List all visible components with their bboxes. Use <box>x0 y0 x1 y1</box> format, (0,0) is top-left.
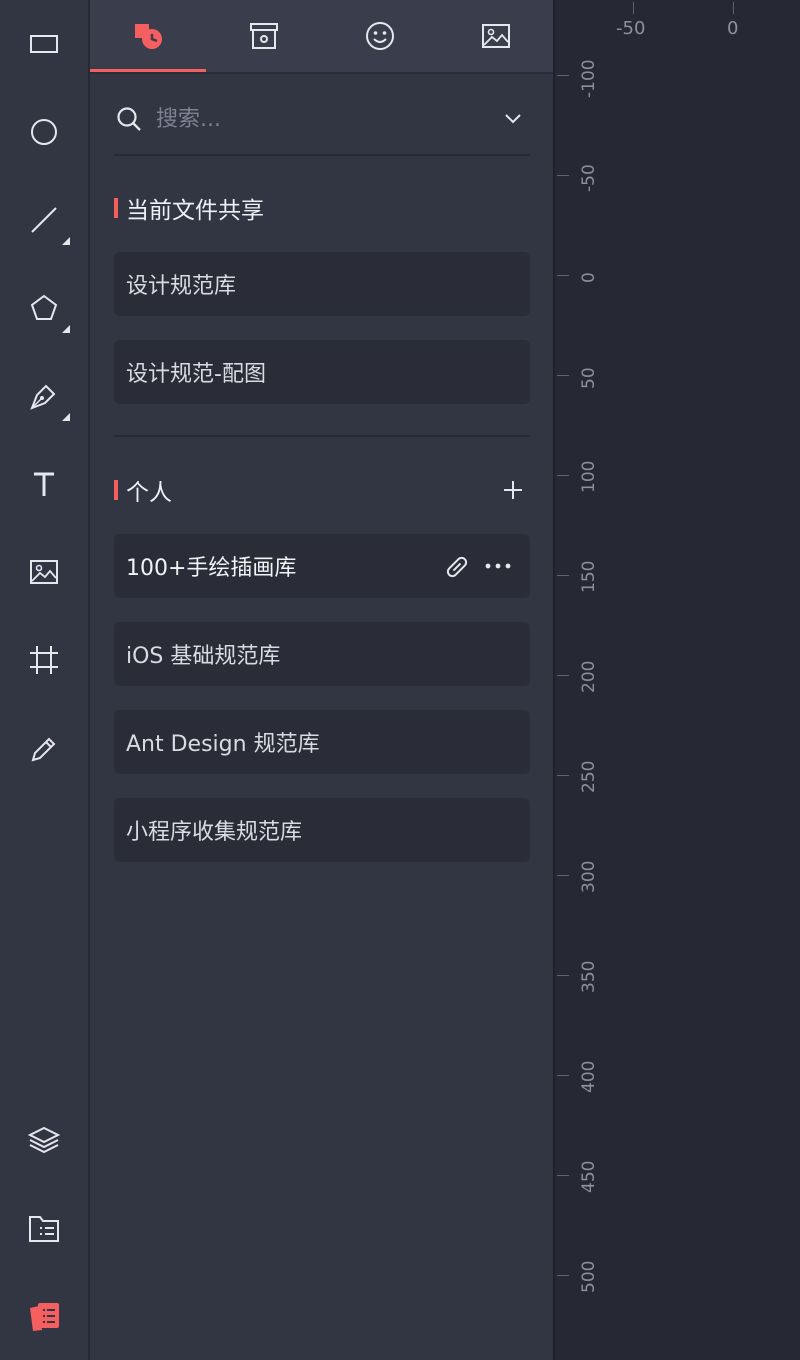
library-item[interactable]: 设计规范-配图 <box>114 340 530 404</box>
archive-icon <box>250 23 278 49</box>
ruler-label: 50 <box>579 367 599 389</box>
ruler-label: -50 <box>579 164 599 192</box>
ruler-tick <box>633 2 634 14</box>
artboard-tool-button[interactable] <box>0 616 88 704</box>
emoji-icon <box>366 22 394 50</box>
ellipse-tool-button[interactable] <box>0 88 88 176</box>
shared-section-header: 当前文件共享 <box>114 188 530 228</box>
tab-archive[interactable] <box>206 0 322 72</box>
section-accent-bar <box>114 480 118 500</box>
pencil-tool-button[interactable] <box>0 704 88 792</box>
active-tab-indicator <box>90 69 206 72</box>
chevron-down-icon[interactable] <box>504 112 522 126</box>
tool-sidebar <box>0 0 90 1360</box>
tab-components[interactable] <box>90 0 206 72</box>
library-item[interactable]: 小程序收集规范库 <box>114 798 530 862</box>
ruler-label: -50 <box>616 18 646 39</box>
ruler-label: 300 <box>579 860 599 893</box>
ruler-label: 500 <box>579 1260 599 1293</box>
line-icon <box>31 207 57 233</box>
ellipse-icon <box>31 119 57 145</box>
search-icon <box>117 107 141 131</box>
section-accent-bar <box>114 198 118 218</box>
add-icon[interactable] <box>502 479 524 501</box>
pen-tool-button[interactable] <box>0 352 88 440</box>
layers-icon <box>28 1126 60 1154</box>
ruler-label: 0 <box>579 272 599 283</box>
ruler-label: 350 <box>579 960 599 993</box>
image-icon <box>482 24 510 48</box>
rectangle-icon <box>30 35 58 53</box>
component-library-icon <box>30 1303 59 1331</box>
library-item-label: 小程序收集规范库 <box>126 820 303 845</box>
ruler-tick <box>557 1075 569 1076</box>
image-tool-button[interactable] <box>0 528 88 616</box>
ruler-tick <box>557 475 569 476</box>
submenu-corner-icon <box>62 325 70 333</box>
library-item[interactable]: Ant Design 规范库 <box>114 710 530 774</box>
ruler-tick <box>557 975 569 976</box>
pen-icon <box>30 384 56 410</box>
ruler-tick <box>557 775 569 776</box>
ruler-tick <box>557 575 569 576</box>
ruler-label: 450 <box>579 1160 599 1193</box>
ruler-tick <box>733 2 734 14</box>
more-icon[interactable] <box>484 562 512 570</box>
ruler-tick <box>557 1175 569 1176</box>
vertical-ruler: -100 -50 0 50 100 150 200 250 300 350 40… <box>555 0 600 1360</box>
components-icon <box>135 24 162 49</box>
section-title: 个人 <box>126 480 172 506</box>
text-icon <box>34 472 54 496</box>
library-item-label: iOS 基础规范库 <box>126 644 281 669</box>
library-item[interactable]: 设计规范库 <box>114 252 530 316</box>
ruler-label: -100 <box>579 59 599 98</box>
ruler-tick <box>557 175 569 176</box>
rectangle-tool-button[interactable] <box>0 0 88 88</box>
library-item-label: Ant Design 规范库 <box>126 732 320 757</box>
ruler-tick <box>557 875 569 876</box>
pencil-icon <box>31 737 56 762</box>
submenu-corner-icon <box>62 413 70 421</box>
library-item-label: 100+手绘插画库 <box>126 556 297 581</box>
ruler-tick <box>557 675 569 676</box>
library-item-label: 设计规范-配图 <box>126 362 266 387</box>
artboard-icon <box>30 646 58 674</box>
files-icon <box>29 1216 59 1242</box>
ruler-label: 100 <box>579 460 599 493</box>
search-bar <box>114 86 530 156</box>
library-item[interactable]: 100+手绘插画库 <box>114 534 530 598</box>
component-library-button[interactable] <box>0 1272 88 1360</box>
ruler-label: 150 <box>579 560 599 593</box>
ruler-label: 400 <box>579 1060 599 1093</box>
tab-emoji[interactable] <box>322 0 438 72</box>
ruler-tick <box>557 1275 569 1276</box>
ruler-label: 250 <box>579 760 599 793</box>
library-item-label: 设计规范库 <box>126 274 237 299</box>
ruler-tick <box>557 375 569 376</box>
line-tool-button[interactable] <box>0 176 88 264</box>
ruler-label: 0 <box>727 18 739 39</box>
text-tool-button[interactable] <box>0 440 88 528</box>
section-divider <box>114 435 530 437</box>
panel-tabs <box>90 0 553 74</box>
polygon-tool-button[interactable] <box>0 264 88 352</box>
section-title: 当前文件共享 <box>126 198 264 224</box>
submenu-corner-icon <box>62 237 70 245</box>
ruler-label: 200 <box>579 660 599 693</box>
files-button[interactable] <box>0 1184 88 1272</box>
ruler-tick <box>557 75 569 76</box>
personal-section-header: 个人 <box>114 470 530 510</box>
image-icon <box>30 560 58 584</box>
ruler-tick <box>557 275 569 276</box>
layers-button[interactable] <box>0 1096 88 1184</box>
library-panel: 当前文件共享 设计规范库 设计规范-配图 个人 100+手绘插画库 iOS 基础… <box>90 0 555 1360</box>
search-input[interactable] <box>154 100 488 138</box>
link-icon[interactable] <box>444 554 470 580</box>
library-item[interactable]: iOS 基础规范库 <box>114 622 530 686</box>
tab-images[interactable] <box>438 0 554 72</box>
polygon-icon <box>30 294 58 320</box>
